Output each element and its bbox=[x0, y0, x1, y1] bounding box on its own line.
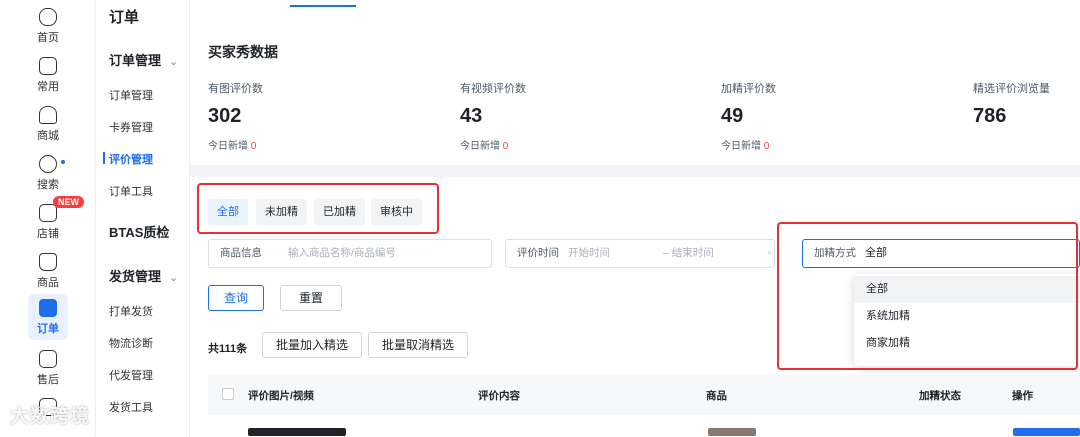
folder-icon bbox=[39, 57, 57, 75]
stat-featured-reviews: 加精评价数 49 今日新增 0 bbox=[721, 80, 776, 152]
table-header: 评价图片/视频 评价内容 商品 加精状态 操作 bbox=[208, 375, 1080, 415]
secondary-nav: 订单 订单管理 ⌄ 订单管理 卡券管理 评价管理 订单工具 BTAS质检 发货管理… bbox=[96, 0, 190, 437]
stat-label: 有视频评价数 bbox=[460, 83, 526, 95]
new-badge: NEW bbox=[53, 196, 84, 208]
select-all-checkbox[interactable] bbox=[222, 388, 234, 400]
reset-button[interactable]: 重置 bbox=[280, 285, 342, 311]
notification-dot bbox=[60, 159, 66, 165]
stat-value: 786 bbox=[973, 105, 1007, 127]
stat-label: 精选评价浏览量 bbox=[973, 83, 1050, 95]
nav-group-shipping[interactable]: 发货管理 ⌄ bbox=[109, 266, 178, 285]
field-label: 商品信息 bbox=[220, 247, 262, 259]
top-tab-bar bbox=[190, 0, 1080, 20]
rail-item-common[interactable]: 常用 bbox=[0, 57, 96, 94]
product-info-field[interactable]: 商品信息 输入商品名称/商品编号 bbox=[208, 239, 492, 268]
icon-rail: 首页 常用 商城 搜索 NEW 店铺 商品 订单 售后 bbox=[0, 0, 96, 437]
rail-label: 售后 bbox=[37, 374, 59, 386]
nav-item-dropship[interactable]: 代发管理 bbox=[109, 367, 153, 383]
highlight-box-tabs bbox=[197, 183, 439, 234]
batch-remove-featured-button[interactable]: 批量取消精选 bbox=[368, 332, 468, 358]
stat-featured-views: 精选评价浏览量 786 bbox=[973, 80, 1050, 128]
nav-item-order-tools[interactable]: 订单工具 bbox=[109, 183, 153, 199]
col-feature-status: 加精状态 bbox=[919, 390, 961, 402]
query-button[interactable]: 查询 bbox=[208, 285, 264, 311]
nav-item-order-management[interactable]: 订单管理 bbox=[109, 87, 153, 103]
rail-label: 商品 bbox=[37, 277, 59, 289]
chevron-down-icon: ⌄ bbox=[169, 56, 179, 68]
rail-label: 订单 bbox=[37, 323, 59, 335]
table-row bbox=[248, 428, 346, 436]
stats-title: 买家秀数据 bbox=[208, 44, 278, 60]
nav-group-label: 发货管理 bbox=[109, 269, 162, 284]
rail-item-orders[interactable]: 订单 bbox=[28, 294, 68, 340]
rail-item-store[interactable]: NEW 店铺 bbox=[0, 196, 96, 241]
rail-item-products[interactable]: 商品 bbox=[0, 253, 96, 290]
rail-label: 店铺 bbox=[37, 228, 59, 240]
result-count: 共111条 bbox=[208, 343, 248, 355]
home-icon bbox=[39, 8, 57, 26]
rail-label: 常用 bbox=[37, 81, 59, 93]
active-tab-indicator bbox=[290, 5, 356, 7]
stat-today: 今日新增 0 bbox=[460, 137, 526, 152]
today-value: 0 bbox=[763, 141, 770, 152]
stat-value: 49 bbox=[721, 105, 744, 127]
calendar-icon: ▫ bbox=[768, 247, 772, 259]
stat-today: 今日新增 0 bbox=[208, 137, 263, 152]
col-product: 商品 bbox=[706, 390, 727, 402]
nav-item-print-ship[interactable]: 打单发货 bbox=[109, 303, 153, 319]
order-icon bbox=[39, 299, 57, 317]
nav-group-btas[interactable]: BTAS质检 bbox=[109, 222, 169, 241]
rail-label: 商城 bbox=[37, 130, 59, 142]
action-button[interactable] bbox=[1013, 428, 1080, 436]
col-content: 评价内容 bbox=[478, 390, 520, 402]
stat-today: 今日新增 0 bbox=[721, 137, 776, 152]
today-label: 今日新增 bbox=[721, 141, 761, 152]
stat-value: 43 bbox=[460, 105, 483, 127]
stat-label: 加精评价数 bbox=[721, 83, 776, 95]
nav-item-review-management[interactable]: 评价管理 bbox=[103, 151, 153, 167]
stats-card: 买家秀数据 有图评价数 302 今日新增 0 有视频评价数 43 今日新增 0 … bbox=[190, 20, 1080, 165]
today-value: 0 bbox=[502, 141, 509, 152]
stat-image-reviews: 有图评价数 302 今日新增 0 bbox=[208, 80, 263, 152]
product-search-placeholder: 输入商品名称/商品编号 bbox=[288, 247, 396, 259]
today-label: 今日新增 bbox=[460, 141, 500, 152]
main-content: 买家秀数据 有图评价数 302 今日新增 0 有视频评价数 43 今日新增 0 … bbox=[190, 0, 1080, 437]
today-value: 0 bbox=[250, 141, 257, 152]
bag-icon bbox=[39, 253, 57, 271]
rail-label: 搜索 bbox=[37, 179, 59, 191]
col-media: 评价图片/视频 bbox=[248, 390, 314, 402]
batch-add-featured-button[interactable]: 批量加入精选 bbox=[262, 332, 362, 358]
watermark-logo: 大数跨境 bbox=[10, 406, 91, 427]
rail-item-search[interactable]: 搜索 bbox=[0, 155, 96, 192]
nav-item-logistics-diagnosis[interactable]: 物流诊断 bbox=[109, 335, 153, 351]
nav-group-label: 订单管理 bbox=[109, 53, 162, 68]
nav-item-coupon-management[interactable]: 卡券管理 bbox=[109, 119, 153, 135]
rail-item-after-sale[interactable]: 售后 bbox=[0, 350, 96, 387]
nav-item-shipping-tools[interactable]: 发货工具 bbox=[109, 399, 153, 415]
end-time-placeholder: – 结束时间 bbox=[663, 247, 714, 259]
today-label: 今日新增 bbox=[208, 141, 248, 152]
rail-label: 首页 bbox=[37, 32, 59, 44]
rail-item-home[interactable]: 首页 bbox=[0, 8, 96, 45]
after-sale-icon bbox=[39, 350, 57, 368]
rail-item-mall[interactable]: 商城 bbox=[0, 106, 96, 143]
stat-video-reviews: 有视频评价数 43 今日新增 0 bbox=[460, 80, 526, 152]
search-icon bbox=[39, 155, 57, 173]
chevron-down-icon: ⌄ bbox=[169, 272, 179, 284]
start-time-placeholder: 开始时间 bbox=[568, 247, 610, 259]
review-time-field[interactable]: 评价时间 开始时间 – 结束时间 ▫ bbox=[505, 239, 775, 268]
nav-group-order-management[interactable]: 订单管理 ⌄ bbox=[109, 50, 178, 69]
stat-value: 302 bbox=[208, 105, 242, 127]
shop-icon bbox=[39, 106, 57, 124]
nav-title: 订单 bbox=[109, 9, 140, 26]
highlight-box-dropdown bbox=[777, 222, 1078, 370]
stat-label: 有图评价数 bbox=[208, 83, 263, 95]
field-label: 评价时间 bbox=[517, 247, 559, 259]
col-actions: 操作 bbox=[1012, 390, 1033, 402]
product-thumbnail bbox=[708, 428, 756, 436]
